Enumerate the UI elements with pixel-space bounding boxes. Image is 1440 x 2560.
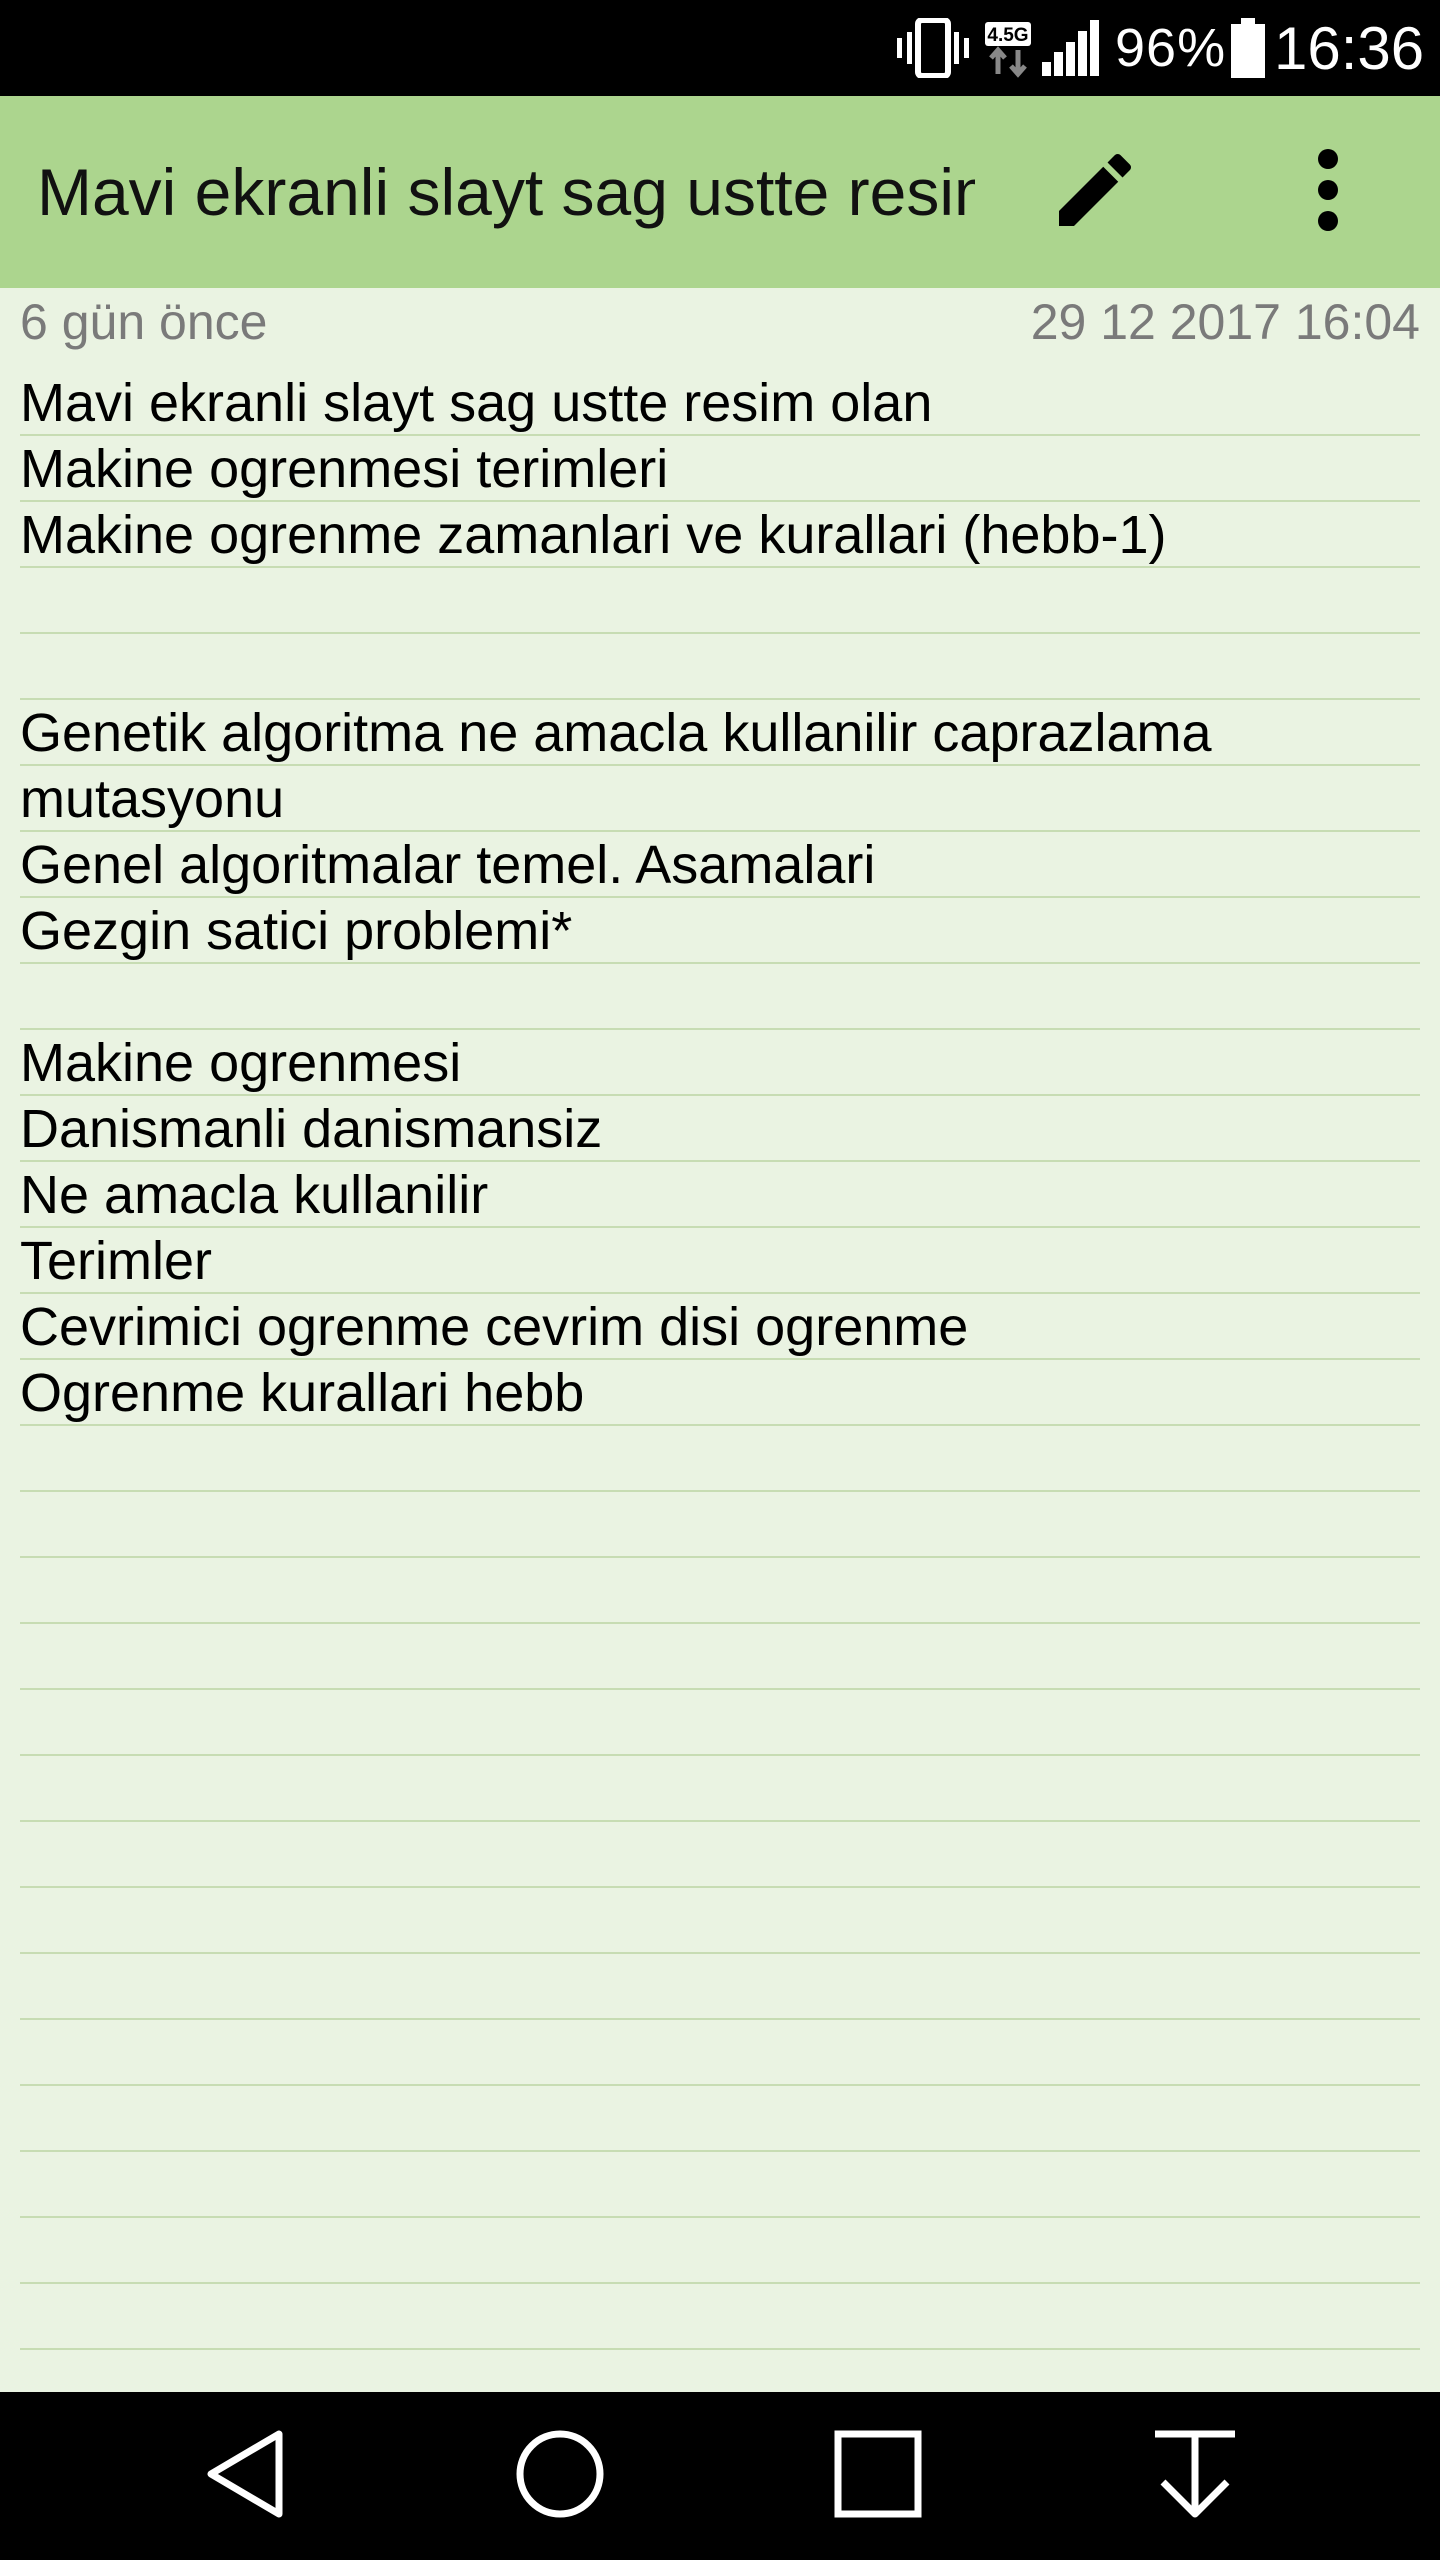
home-icon xyxy=(514,2428,606,2525)
note-line: Terimler xyxy=(20,1231,213,1291)
note-line: Genetik algoritma ne amacla kullanilir c… xyxy=(20,703,1212,763)
note-line: Ogrenme kurallari hebb xyxy=(20,1363,585,1423)
notification-pull-down-icon xyxy=(1149,2428,1241,2525)
battery-percentage: 96% xyxy=(1115,18,1227,78)
note-relative-age: 6 gün önce xyxy=(20,294,268,350)
status-bar: 4.5G 96% 16:36 xyxy=(0,0,1440,96)
recents-icon xyxy=(832,2428,924,2525)
note-line: Ne amacla kullanilir xyxy=(20,1165,489,1225)
network-type-label: 4.5G xyxy=(987,25,1028,46)
note-line: mutasyonu xyxy=(20,769,285,829)
note-line: Danismanli danismansiz xyxy=(20,1099,603,1159)
note-timestamp: 29 12 2017 16:04 xyxy=(1030,294,1420,350)
note-line xyxy=(20,964,1420,1030)
more-vertical-icon xyxy=(1313,145,1343,240)
vibrate-icon xyxy=(895,0,970,96)
note-body[interactable]: Mavi ekranli slayt sag ustte resim olan M… xyxy=(20,370,1420,2370)
home-button[interactable] xyxy=(510,2426,610,2526)
pencil-icon xyxy=(1047,142,1143,243)
cell-signal-icon xyxy=(1040,0,1100,96)
note-lines: Mavi ekranli slayt sag ustte resim olan M… xyxy=(20,370,1420,1426)
back-button[interactable] xyxy=(195,2426,295,2526)
network-4-5g-icon: 4.5G xyxy=(985,0,1031,96)
note-line: Cevrimici ogrenme cevrim disi ogrenme xyxy=(20,1297,969,1357)
note-line: Makine ogrenmesi xyxy=(20,1033,462,1093)
note-line xyxy=(20,568,1420,634)
note-line: Makine ogrenmesi terimleri xyxy=(20,439,669,499)
note-line: Mavi ekranli slayt sag ustte resim olan xyxy=(20,373,933,433)
note-line: Gezgin satici problemi* xyxy=(20,901,573,961)
recents-button[interactable] xyxy=(828,2426,928,2526)
edit-button[interactable] xyxy=(1045,142,1145,242)
note-line: Genel algoritmalar temel. Asamalari xyxy=(20,835,876,895)
notification-pull-down-button[interactable] xyxy=(1145,2426,1245,2526)
note-line: Makine ogrenme zamanlari ve kurallari (h… xyxy=(20,505,1167,565)
battery-icon xyxy=(1230,0,1266,96)
status-clock: 16:36 xyxy=(1274,14,1425,82)
note-line xyxy=(20,634,1420,700)
app-bar: Mavi ekranli slayt sag ustte resim olan xyxy=(0,96,1440,288)
navigation-bar xyxy=(0,2392,1440,2560)
back-icon xyxy=(203,2428,287,2525)
note-title: Mavi ekranli slayt sag ustte resim olan xyxy=(37,155,975,229)
more-options-button[interactable] xyxy=(1290,142,1365,242)
